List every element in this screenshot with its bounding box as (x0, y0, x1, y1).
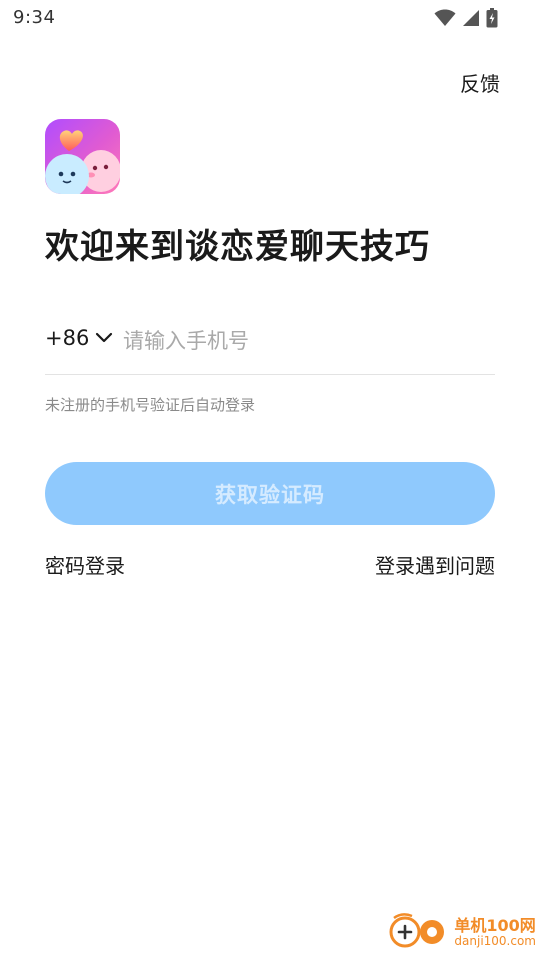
status-time: 9:34 (13, 7, 56, 28)
watermark-title: 单机100网 (454, 916, 536, 936)
welcome-title: 欢迎来到谈恋爱聊天技巧 (45, 227, 430, 267)
phone-input-row: +86 (45, 320, 495, 375)
get-verification-code-button[interactable]: 获取验证码 (45, 462, 495, 525)
battery-icon (486, 8, 498, 32)
app-logo-icon (45, 119, 120, 194)
wifi-icon (434, 9, 456, 31)
auto-register-hint: 未注册的手机号验证后自动登录 (45, 396, 256, 414)
watermark-text: 单机100网 danji100.com (454, 916, 536, 949)
country-code-label: +86 (45, 326, 90, 350)
status-icons (434, 8, 498, 32)
phone-number-input[interactable] (123, 322, 483, 360)
chevron-down-icon (95, 329, 113, 348)
password-login-link[interactable]: 密码登录 (45, 550, 125, 579)
signal-icon (462, 9, 480, 31)
status-bar: 9:34 (0, 0, 540, 36)
watermark-logo-icon (388, 910, 450, 956)
login-problem-link[interactable]: 登录遇到问题 (375, 550, 495, 579)
feedback-link[interactable]: 反馈 (460, 68, 500, 97)
site-watermark: 单机100网 danji100.com (388, 910, 536, 956)
watermark-url: danji100.com (454, 934, 536, 949)
country-code-selector[interactable]: +86 (45, 326, 113, 350)
